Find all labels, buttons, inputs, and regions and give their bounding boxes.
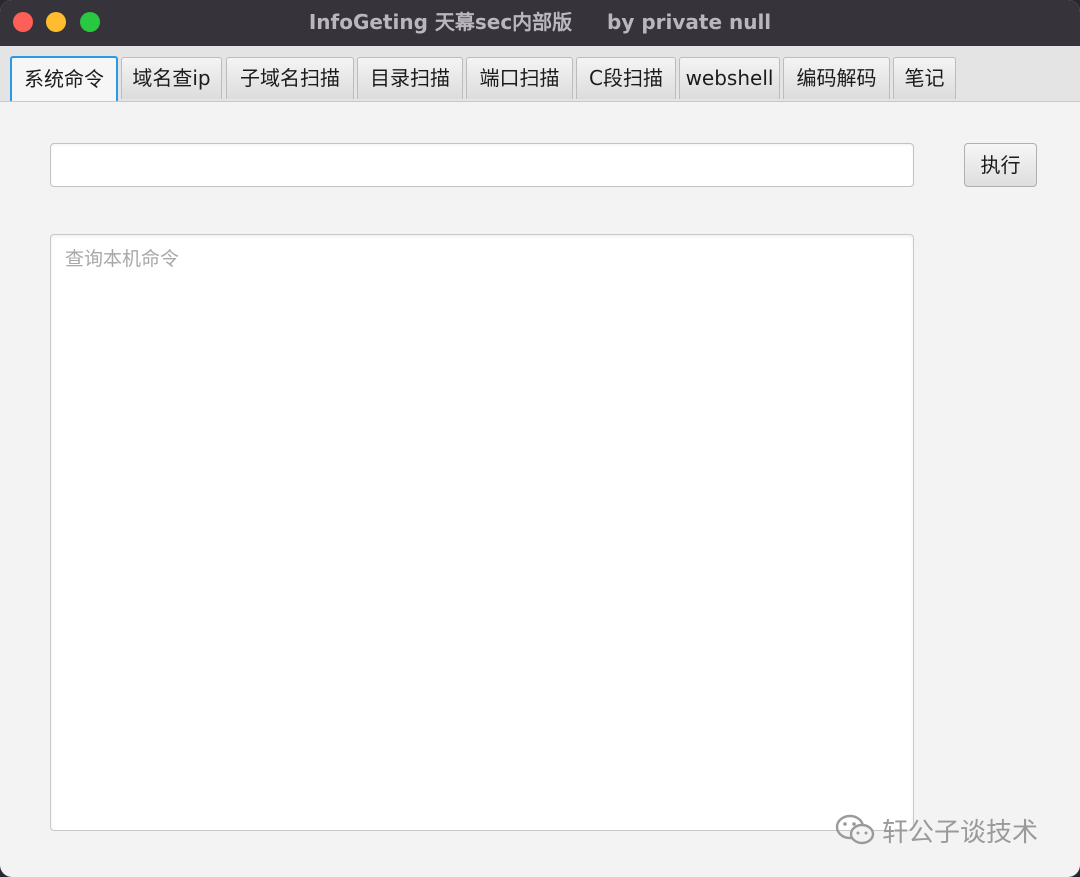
tab-encode-decode[interactable]: 编码解码 [783, 57, 890, 99]
window-title: InfoGeting 天幕sec内部版 by private null [308, 10, 772, 34]
tab-system-command[interactable]: 系统命令 [10, 56, 118, 101]
watermark-text: 轩公子谈技术 [882, 817, 1039, 848]
tab-domain-lookup-ip[interactable]: 域名查ip [121, 57, 222, 99]
tab-notes[interactable]: 笔记 [893, 57, 956, 99]
tab-subdomain-scan[interactable]: 子域名扫描 [226, 57, 354, 99]
watermark: 轩公子谈技术 [834, 808, 1038, 852]
execute-button[interactable]: 执行 [964, 143, 1037, 187]
command-output-area[interactable] [50, 234, 914, 831]
tab-port-scan[interactable]: 端口扫描 [466, 57, 573, 99]
tab-c-segment-scan[interactable]: C段扫描 [576, 57, 676, 99]
tab-webshell[interactable]: webshell [679, 57, 780, 99]
title-bar[interactable]: InfoGeting 天幕sec内部版 by private null [0, 0, 1080, 46]
app-window: InfoGeting 天幕sec内部版 by private null 系统命令… [0, 0, 1080, 877]
wechat-icon [835, 814, 875, 845]
tab-directory-scan[interactable]: 目录扫描 [357, 57, 463, 99]
command-input[interactable] [50, 143, 914, 187]
tab-bar: 系统命令 域名查ip 子域名扫描 目录扫描 端口扫描 C段扫描 webshell… [0, 46, 1080, 102]
